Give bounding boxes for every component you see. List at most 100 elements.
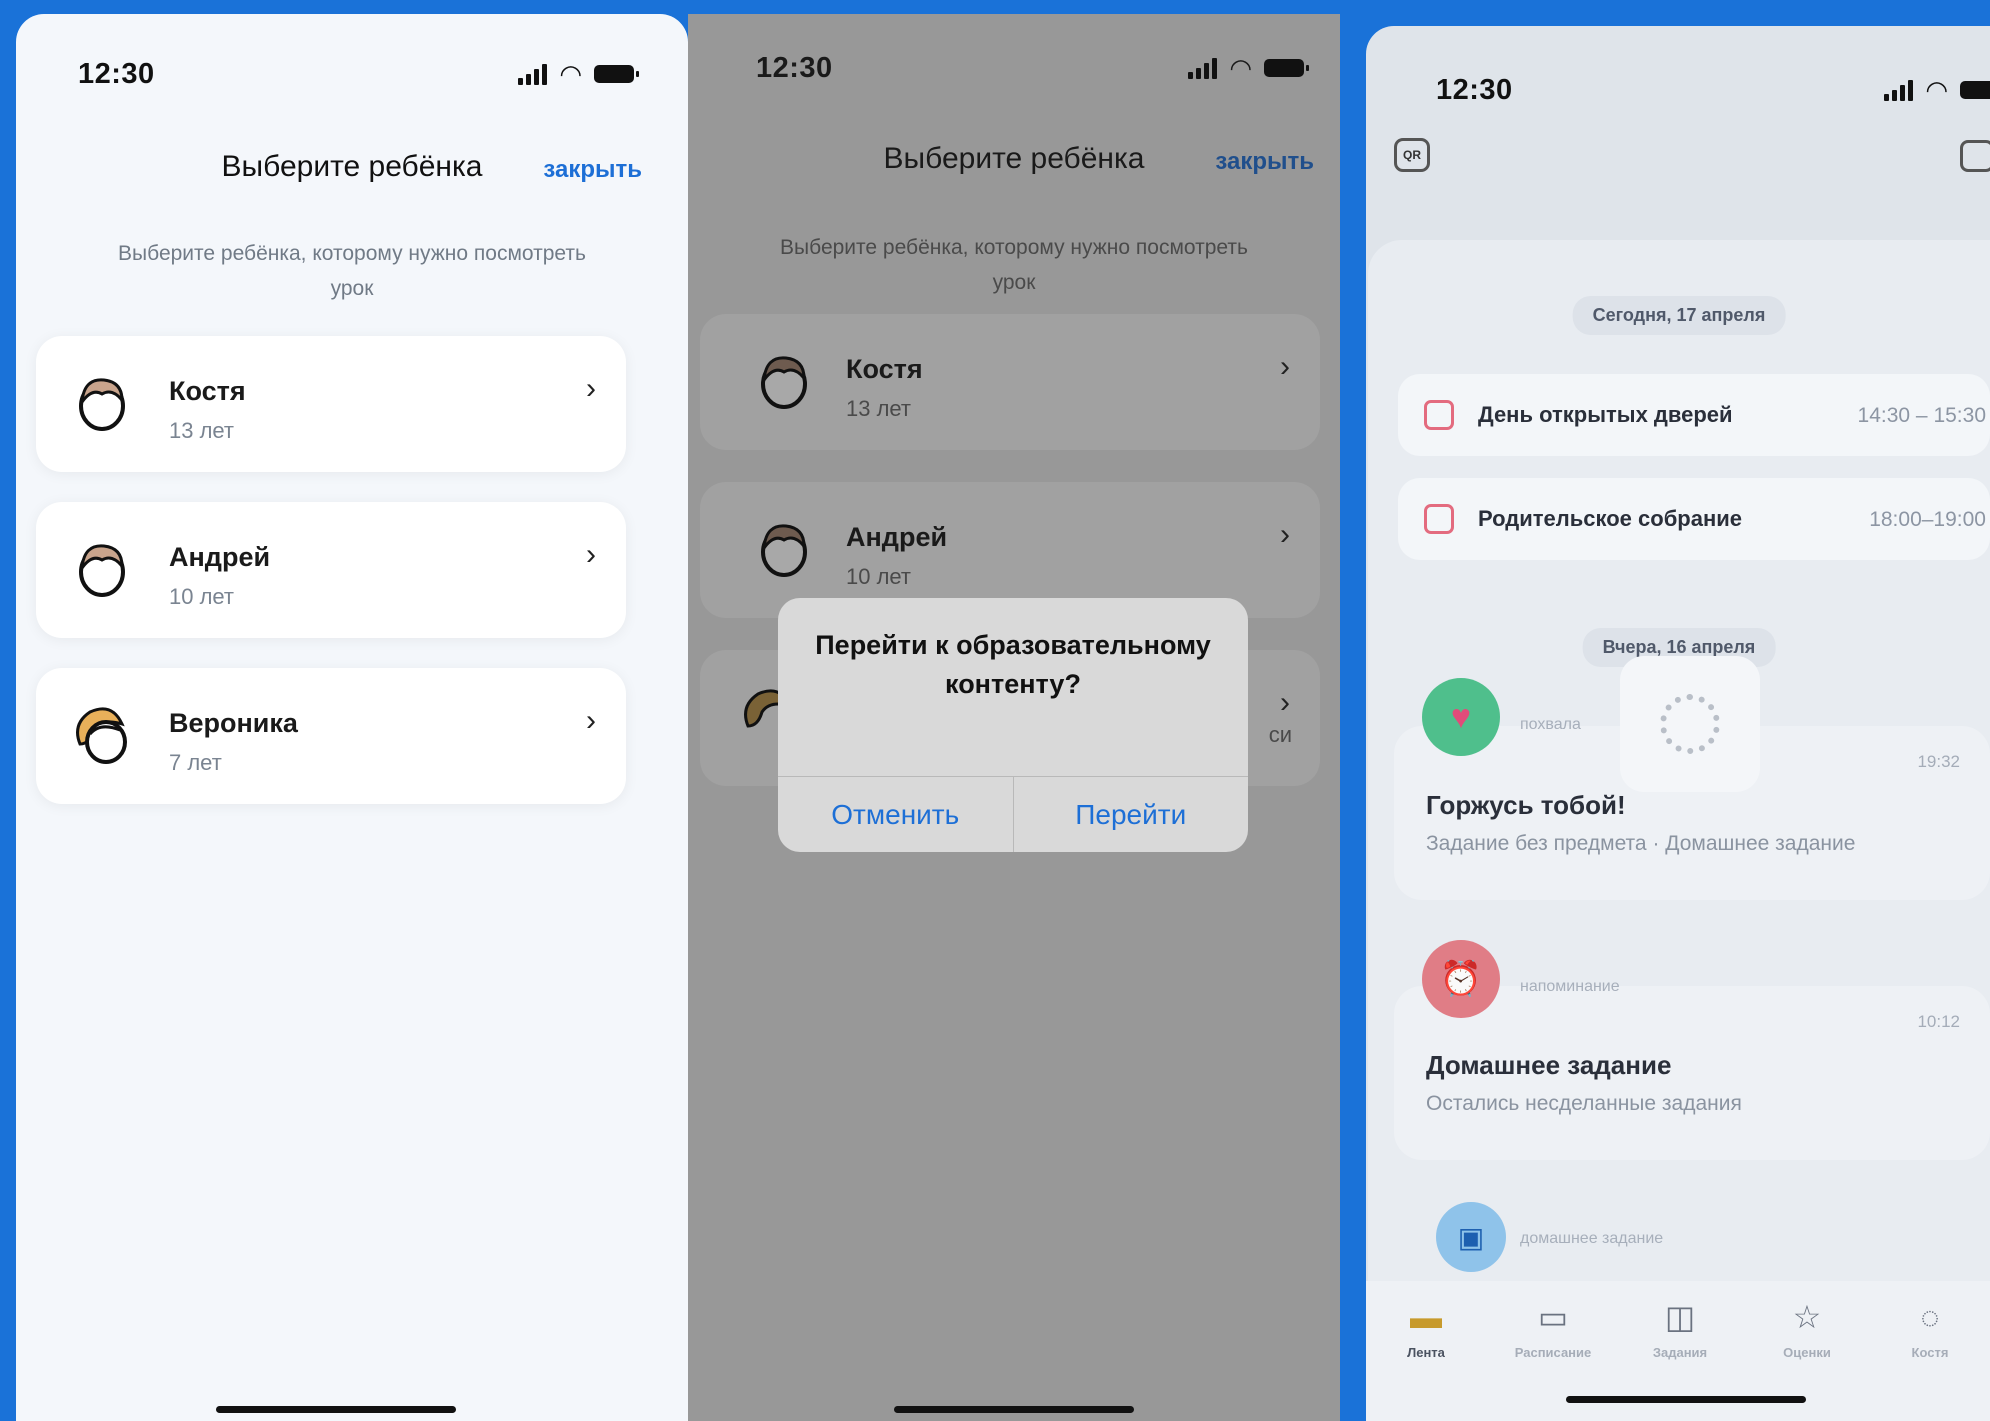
status-icons: ◠ xyxy=(1188,53,1309,83)
battery-icon xyxy=(1264,59,1309,77)
signal-icon xyxy=(1188,57,1218,79)
chat-icon[interactable] xyxy=(1960,140,1990,172)
child-name: Костя xyxy=(169,376,246,406)
child-card-andrey[interactable]: Андрей 10 лет › xyxy=(36,502,626,638)
notification-label: похвала xyxy=(1520,716,1581,733)
child-age: 13 лет xyxy=(846,396,912,421)
tab-label: Расписание xyxy=(1514,1345,1592,1360)
child-name: Андрей xyxy=(169,542,271,572)
confirm-dialog-screen: 12:30 ◠ Выберите ребёнка закрыть Выберит… xyxy=(688,14,1340,1421)
event-name: Родительское собрание xyxy=(1478,506,1742,531)
boy-avatar-icon xyxy=(761,524,807,577)
home-indicator[interactable] xyxy=(1566,1396,1806,1403)
battery-icon xyxy=(1960,81,1990,99)
calendar-icon xyxy=(1424,504,1454,534)
boy-avatar-icon xyxy=(79,378,125,431)
confirm-button[interactable]: Перейти xyxy=(1012,777,1249,852)
tab-feed[interactable]: ▬ Лента xyxy=(1366,1299,1486,1360)
notification-time: 10:12 xyxy=(1917,1012,1960,1031)
status-bar: 12:30 ◠ xyxy=(756,50,1309,86)
alarm-clock-icon: ⏰ xyxy=(1422,940,1500,1018)
tab-grades[interactable]: ☆ Оценки xyxy=(1747,1299,1867,1360)
child-name: Костя xyxy=(846,354,923,384)
child-age: 10 лет xyxy=(846,564,912,589)
event-card[interactable]: День открытых дверей 14:30 – 15:30 xyxy=(1398,374,1990,456)
qr-icon[interactable]: QR xyxy=(1394,138,1430,172)
calendar-icon xyxy=(1424,400,1454,430)
tab-tasks[interactable]: ◫ Задания xyxy=(1620,1299,1740,1360)
battery-icon xyxy=(594,65,639,83)
notification-label: напоминание xyxy=(1520,978,1620,995)
tab-label: Оценки xyxy=(1783,1345,1831,1360)
signal-icon xyxy=(1884,79,1914,101)
notification-label: домашнее задание xyxy=(1520,1230,1664,1247)
event-card[interactable]: Родительское собрание 18:00–19:00 xyxy=(1398,478,1990,560)
calendar-icon: ▭ xyxy=(1537,1299,1569,1335)
home-indicator[interactable] xyxy=(894,1406,1134,1413)
tab-child-profile[interactable]: ◌ Костя xyxy=(1870,1299,1990,1360)
child-age: 13 лет xyxy=(169,418,235,443)
wifi-icon: ◠ xyxy=(1229,53,1252,83)
cancel-button[interactable]: Отменить xyxy=(778,777,1013,852)
date-separator: Сегодня, 17 апреля xyxy=(1572,296,1786,335)
status-bar: 12:30 ◠ xyxy=(78,56,639,92)
child-card-kostya: Костя 13 лет › xyxy=(700,314,1320,450)
child-name: Андрей xyxy=(846,522,948,552)
child-age: 10 лет xyxy=(169,584,235,609)
notification-card[interactable]: 10:12 Домашнее задание Остались несделан… xyxy=(1394,986,1990,1160)
chevron-right-icon: › xyxy=(1280,686,1290,719)
page-subtitle: Выберите ребёнка, которому нужно посмотр… xyxy=(118,242,586,300)
notification-time: 19:32 xyxy=(1917,752,1960,771)
event-time: 18:00–19:00 xyxy=(1869,508,1986,531)
home-indicator[interactable] xyxy=(216,1406,456,1413)
confirm-dialog: Перейти к образовательному контенту? Отм… xyxy=(778,598,1248,852)
status-icons: ◠ xyxy=(518,59,639,89)
tab-bar: ▬ Лента ▭ Расписание ◫ Задания ☆ Оценки … xyxy=(1366,1281,1990,1421)
notification-text: Остались несделанные задания xyxy=(1426,1092,1742,1115)
wifi-icon: ◠ xyxy=(559,59,582,89)
dialog-buttons: Отменить Перейти xyxy=(778,776,1248,852)
chevron-right-icon: › xyxy=(586,372,596,405)
card-text-fragment: си xyxy=(1268,722,1292,747)
notification-text: Задание без предмета · Домашнее задание xyxy=(1426,832,1856,855)
chevron-right-icon: › xyxy=(1280,350,1290,383)
boy-avatar-icon xyxy=(79,544,125,597)
child-card-kostya[interactable]: Костя 13 лет › xyxy=(36,336,626,472)
close-button[interactable]: закрыть xyxy=(1215,148,1314,176)
event-time: 14:30 – 15:30 xyxy=(1857,404,1986,427)
chevron-right-icon: › xyxy=(586,538,596,571)
tab-schedule[interactable]: ▭ Расписание xyxy=(1493,1299,1613,1360)
signal-icon xyxy=(518,63,548,85)
tab-label: Лента xyxy=(1407,1345,1445,1360)
tab-label: Костя xyxy=(1911,1345,1949,1360)
status-icons: ◠ xyxy=(1884,77,1990,103)
child-name: Вероника xyxy=(169,708,298,738)
loading-spinner xyxy=(1620,656,1760,792)
star-icon: ☆ xyxy=(1792,1299,1822,1335)
child-avatar-icon: ◌ xyxy=(1920,1299,1940,1335)
status-bar: 12:30 ◠ xyxy=(1436,72,1990,108)
status-time: 12:30 xyxy=(78,57,155,90)
spinner-icon xyxy=(1660,694,1720,754)
child-card-veronika[interactable]: Вероника 7 лет › xyxy=(36,668,626,804)
feed-icon: ▬ xyxy=(1410,1299,1442,1335)
notification-title: Домашнее задание xyxy=(1426,1050,1672,1080)
heart-icon: ♥ xyxy=(1422,678,1500,756)
status-time: 12:30 xyxy=(756,51,833,84)
tab-label: Задания xyxy=(1652,1345,1708,1360)
feed-screen: 12:30 ◠ QR Сегодня, 17 апреля День откры… xyxy=(1366,26,1990,1421)
dialog-title: Перейти к образовательному контенту? xyxy=(815,630,1211,699)
girl-avatar-icon xyxy=(76,707,127,764)
wifi-icon: ◠ xyxy=(1925,75,1948,105)
chevron-right-icon: › xyxy=(1280,518,1290,551)
child-age: 7 лет xyxy=(169,750,222,775)
page-subtitle: Выберите ребёнка, которому нужно посмотр… xyxy=(780,236,1248,294)
chevron-right-icon: › xyxy=(586,704,596,737)
select-child-screen: 12:30 ◠ Выберите ребёнка закрыть Выберит… xyxy=(16,14,688,1421)
book-icon: ▣ xyxy=(1436,1202,1506,1272)
notification-title: Горжусь тобой! xyxy=(1426,790,1626,820)
status-time: 12:30 xyxy=(1436,73,1513,106)
book-icon: ◫ xyxy=(1664,1299,1696,1335)
boy-avatar-icon xyxy=(761,356,807,409)
close-button[interactable]: закрыть xyxy=(543,156,642,184)
